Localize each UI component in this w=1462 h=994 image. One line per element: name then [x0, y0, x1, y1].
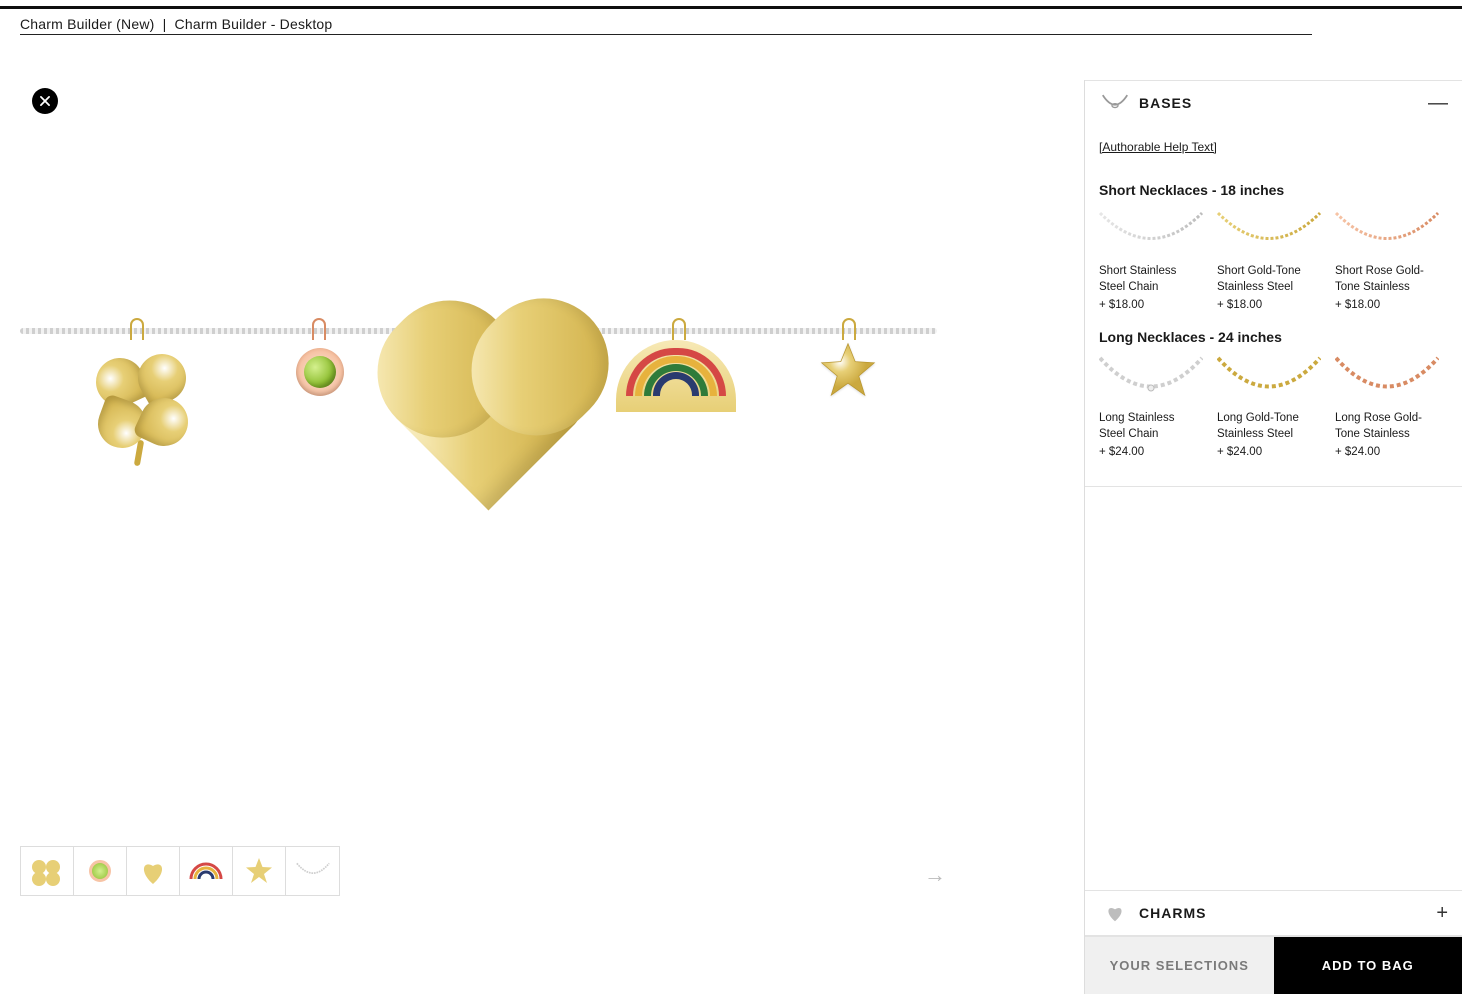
chain-swatch-rose: [1335, 355, 1439, 405]
expand-icon[interactable]: +: [1436, 903, 1448, 923]
base-option-long-rose[interactable]: Long Rose Gold-Tone Stainless + $24.00: [1335, 355, 1439, 458]
base-option-price: + $24.00: [1335, 446, 1439, 458]
right-panel: BASES — [Authorable Help Text] Short Nec…: [1084, 80, 1462, 994]
charm-heart[interactable]: [402, 340, 582, 510]
accordion-bases-title: BASES: [1139, 95, 1428, 111]
collapse-icon[interactable]: —: [1428, 93, 1448, 113]
heart-icon: [1099, 901, 1131, 925]
base-option-title: Long Rose Gold-Tone Stainless: [1335, 411, 1439, 442]
short-necklaces-grid: Short Stainless Steel Chain + $18.00 Sho…: [1099, 208, 1448, 311]
accordion-charms-title: CHARMS: [1139, 905, 1436, 921]
base-option-long-stainless[interactable]: Long Stainless Steel Chain + $24.00: [1099, 355, 1203, 458]
long-necklaces-heading: Long Necklaces - 24 inches: [1099, 329, 1448, 345]
charm-hook: [312, 318, 326, 340]
accordion-charms: CHARMS +: [1085, 890, 1462, 936]
charm-hook: [842, 318, 856, 340]
close-icon[interactable]: [32, 88, 58, 114]
thumbnail-rainbow[interactable]: [180, 847, 233, 895]
thumbnail-star[interactable]: [233, 847, 286, 895]
accordion-bases-header[interactable]: BASES —: [1085, 81, 1462, 125]
thumbnails-next-icon[interactable]: →: [924, 862, 946, 888]
breadcrumb-part-b[interactable]: Charm Builder - Desktop: [175, 16, 333, 32]
charm-hook: [130, 318, 144, 340]
base-option-title: Short Stainless Steel Chain: [1099, 264, 1203, 295]
chain-swatch-gold: [1217, 355, 1321, 405]
accordion-charms-header[interactable]: CHARMS +: [1085, 891, 1462, 935]
thumbnail-clover[interactable]: [21, 847, 74, 895]
base-option-price: + $24.00: [1217, 446, 1321, 458]
add-to-bag-label: ADD TO BAG: [1322, 958, 1414, 973]
base-option-short-stainless[interactable]: Short Stainless Steel Chain + $18.00: [1099, 208, 1203, 311]
thumbnail-gem[interactable]: [74, 847, 127, 895]
long-necklaces-grid: Long Stainless Steel Chain + $24.00 Long…: [1099, 355, 1448, 458]
breadcrumb-part-a[interactable]: Charm Builder (New): [20, 16, 155, 32]
add-to-bag-button[interactable]: ADD TO BAG: [1274, 937, 1462, 994]
base-option-price: + $24.00: [1099, 446, 1203, 458]
accordion-bases-body: [Authorable Help Text] Short Necklaces -…: [1085, 125, 1462, 486]
chain-swatch-silver: [1099, 355, 1203, 405]
chain-swatch-gold: [1217, 208, 1321, 258]
charm-gem[interactable]: [288, 340, 352, 404]
charm-hook: [672, 318, 686, 340]
your-selections-button[interactable]: YOUR SELECTIONS: [1085, 937, 1274, 994]
thumbnail-strip: [20, 846, 340, 896]
help-text-link[interactable]: [Authorable Help Text]: [1099, 140, 1217, 154]
base-option-price: + $18.00: [1099, 299, 1203, 311]
base-option-title: Long Stainless Steel Chain: [1099, 411, 1203, 442]
breadcrumb-separator: |: [163, 16, 167, 32]
your-selections-label: YOUR SELECTIONS: [1110, 958, 1249, 973]
base-option-title: Long Gold-Tone Stainless Steel: [1217, 411, 1321, 442]
chain-swatch-silver: [1099, 208, 1203, 258]
thumbnail-chain[interactable]: [286, 847, 339, 895]
charm-clover[interactable]: [90, 340, 200, 460]
thumbnail-heart[interactable]: [127, 847, 180, 895]
base-option-title: Short Rose Gold-Tone Stainless: [1335, 264, 1439, 295]
top-rule: [0, 6, 1462, 9]
base-option-price: + $18.00: [1335, 299, 1439, 311]
base-option-title: Short Gold-Tone Stainless Steel: [1217, 264, 1321, 295]
top-divider: [20, 34, 1312, 35]
breadcrumb: Charm Builder (New) | Charm Builder - De…: [20, 16, 332, 32]
short-necklaces-heading: Short Necklaces - 18 inches: [1099, 182, 1448, 198]
base-option-short-gold[interactable]: Short Gold-Tone Stainless Steel + $18.00: [1217, 208, 1321, 311]
panel-bottom-bar: YOUR SELECTIONS ADD TO BAG: [1085, 936, 1462, 994]
base-option-long-gold[interactable]: Long Gold-Tone Stainless Steel + $24.00: [1217, 355, 1321, 458]
necklace-icon: [1099, 91, 1131, 115]
charm-rainbow[interactable]: [616, 340, 736, 412]
accordion-bases: BASES — [Authorable Help Text] Short Nec…: [1085, 80, 1462, 487]
base-option-price: + $18.00: [1217, 299, 1321, 311]
chain-swatch-rose: [1335, 208, 1439, 258]
base-option-short-rose[interactable]: Short Rose Gold-Tone Stainless + $18.00: [1335, 208, 1439, 311]
charm-star[interactable]: [818, 340, 878, 400]
